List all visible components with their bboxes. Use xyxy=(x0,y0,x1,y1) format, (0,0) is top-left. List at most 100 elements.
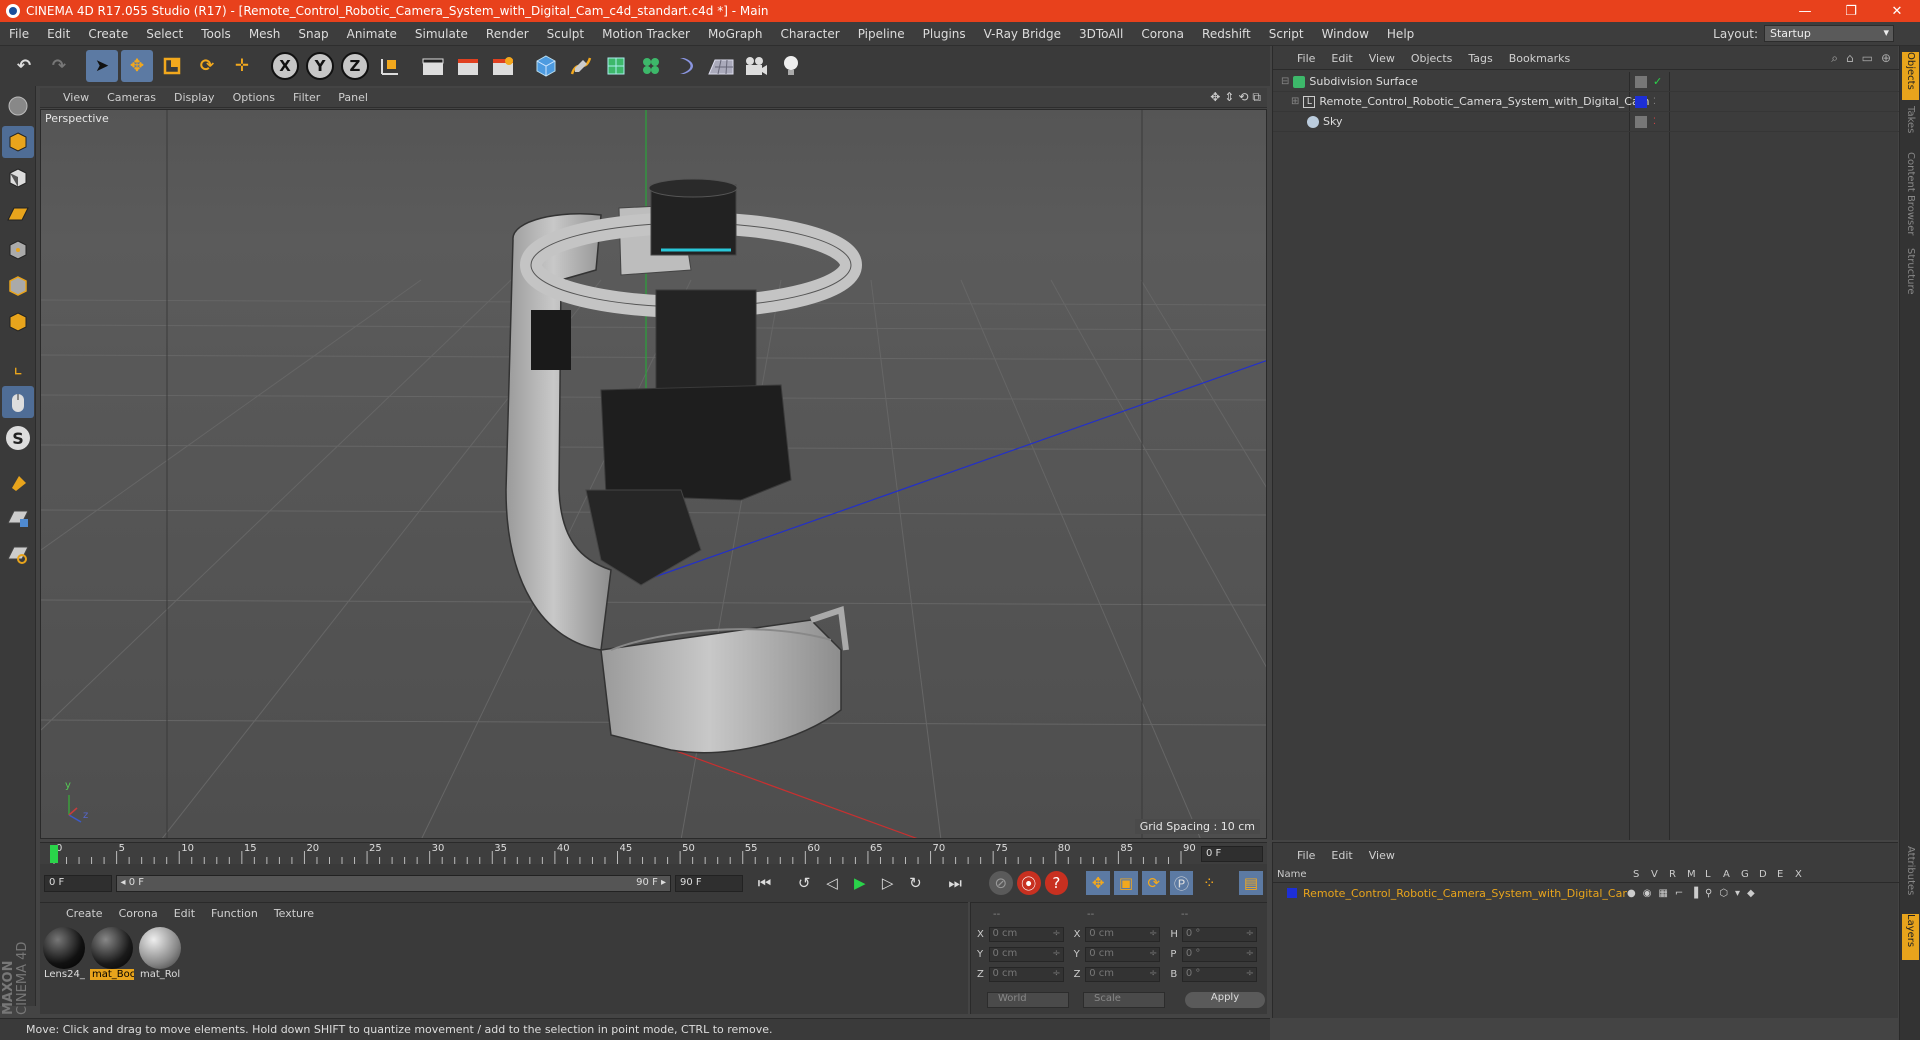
pan-view-icon[interactable]: ✥ xyxy=(1210,90,1220,105)
visibility-dots-icon[interactable]: ⁚ xyxy=(1653,97,1656,107)
expand-icon[interactable]: ⊞ xyxy=(1291,96,1299,107)
motion-tracking-button[interactable]: ⊘ xyxy=(988,871,1013,895)
material-swatch[interactable]: mat_Boc xyxy=(90,927,134,980)
menu-edit[interactable]: Edit xyxy=(38,27,79,41)
material-menu-edit[interactable]: Edit xyxy=(166,907,203,920)
polygons-mode-button[interactable] xyxy=(2,306,34,338)
coordinate-space-dropdown[interactable]: World xyxy=(987,992,1069,1008)
object-menu-view[interactable]: View xyxy=(1361,52,1403,65)
key-position-button[interactable]: ✥ xyxy=(1086,871,1111,895)
home-icon[interactable]: ⌂ xyxy=(1846,51,1854,66)
size-x-field[interactable]: 0 cm xyxy=(1085,926,1161,942)
next-key-button[interactable]: ↻ xyxy=(903,871,927,895)
enabled-check-icon[interactable]: ✓ xyxy=(1653,75,1662,88)
rotate-tool-button[interactable]: ⟳ xyxy=(191,50,223,82)
material-menu-corona[interactable]: Corona xyxy=(111,907,166,920)
menu-plugins[interactable]: Plugins xyxy=(914,27,975,41)
key-rotation-button[interactable]: ⟳ xyxy=(1141,871,1166,895)
frame-range-slider[interactable]: ◂ 0 F 90 F ▸ xyxy=(115,874,672,892)
redo-button[interactable]: ↷ xyxy=(43,50,75,82)
perspective-viewport[interactable]: y z Perspective Grid Spacing : 10 cm xyxy=(40,109,1267,839)
locked-workplane-button[interactable] xyxy=(2,502,34,534)
maximize-view-icon[interactable]: ⧉ xyxy=(1252,90,1261,105)
viewport-camera-label[interactable]: Perspective xyxy=(45,112,109,125)
undo-button[interactable]: ↶ xyxy=(8,50,40,82)
expand-panel-icon[interactable]: ⊕ xyxy=(1881,51,1891,66)
search-icon[interactable]: ⌕ xyxy=(1831,51,1838,66)
object-menu-bookmarks[interactable]: Bookmarks xyxy=(1501,52,1578,65)
layer-menu-edit[interactable]: Edit xyxy=(1323,849,1360,862)
position-x-field[interactable]: 0 cm xyxy=(988,926,1064,942)
key-scale-button[interactable]: ▣ xyxy=(1114,871,1138,895)
object-menu-tags[interactable]: Tags xyxy=(1460,52,1500,65)
coordinate-system-button[interactable] xyxy=(374,50,406,82)
object-menu-file[interactable]: File xyxy=(1289,52,1323,65)
go-to-end-button[interactable]: ⏭ xyxy=(943,871,967,895)
size-mode-dropdown[interactable]: Scale xyxy=(1083,992,1165,1008)
menu-vray-bridge[interactable]: V-Ray Bridge xyxy=(975,27,1070,41)
object-menu-objects[interactable]: Objects xyxy=(1403,52,1461,65)
menu-create[interactable]: Create xyxy=(79,27,137,41)
tab-layers[interactable]: Layers xyxy=(1902,914,1919,960)
current-frame-field[interactable]: 0 F xyxy=(1201,846,1263,862)
planar-workplane-button[interactable] xyxy=(2,538,34,570)
viewport-menu-options[interactable]: Options xyxy=(224,91,284,104)
subdivision-surface-button[interactable] xyxy=(600,50,632,82)
play-button[interactable]: ▶ xyxy=(848,871,872,895)
menu-render[interactable]: Render xyxy=(477,27,538,41)
editor-visibility-icon[interactable] xyxy=(1635,75,1647,88)
position-z-field[interactable]: 0 cm xyxy=(988,966,1064,982)
tab-objects[interactable]: Objects xyxy=(1902,52,1919,100)
collapse-icon[interactable]: ⊟ xyxy=(1281,76,1289,87)
make-editable-button[interactable] xyxy=(2,90,34,122)
live-select-button[interactable]: ✛ xyxy=(226,50,258,82)
object-row-subdivision[interactable]: ⊟ Subdivision Surface ✓ xyxy=(1273,72,1899,92)
viewport-menu-filter[interactable]: Filter xyxy=(284,91,329,104)
object-menu-edit[interactable]: Edit xyxy=(1323,52,1360,65)
material-menu-texture[interactable]: Texture xyxy=(266,907,322,920)
layer-row[interactable]: Remote_Control_Robotic_Camera_System_wit… xyxy=(1273,884,1899,902)
previous-key-button[interactable]: ↺ xyxy=(792,871,816,895)
floor-object-button[interactable] xyxy=(705,50,737,82)
layout-dropdown[interactable]: Startup xyxy=(1764,25,1894,42)
select-tool-button[interactable]: ➤ xyxy=(86,50,118,82)
record-keyframe-button[interactable]: ⦿ xyxy=(1016,871,1041,895)
cube-object-button[interactable] xyxy=(530,50,562,82)
menu-redshift[interactable]: Redshift xyxy=(1193,27,1260,41)
previous-frame-button[interactable]: ◁ xyxy=(820,871,844,895)
axis-z-button[interactable]: Z xyxy=(339,50,371,82)
size-y-field[interactable]: 0 cm xyxy=(1085,946,1161,962)
menu-mesh[interactable]: Mesh xyxy=(240,27,290,41)
axis-x-button[interactable]: X xyxy=(269,50,301,82)
viewport-menu-panel[interactable]: Panel xyxy=(329,91,377,104)
workplane-mode-button[interactable] xyxy=(2,198,34,230)
menu-script[interactable]: Script xyxy=(1260,27,1313,41)
rotation-h-field[interactable]: 0 ° xyxy=(1181,926,1258,942)
object-row-camera-system[interactable]: ⊞ L Remote_Control_Robotic_Camera_System… xyxy=(1273,92,1899,112)
menu-pipeline[interactable]: Pipeline xyxy=(849,27,914,41)
visibility-dots-icon[interactable]: ⁚ xyxy=(1653,117,1656,127)
start-frame-field[interactable]: 0 F xyxy=(44,874,112,892)
menu-mograph[interactable]: MoGraph xyxy=(699,27,772,41)
menu-window[interactable]: Window xyxy=(1313,27,1378,41)
minimize-button[interactable]: — xyxy=(1782,0,1828,22)
menu-simulate[interactable]: Simulate xyxy=(406,27,477,41)
deformer-button[interactable] xyxy=(670,50,702,82)
key-parameter-button[interactable]: Ⓟ xyxy=(1169,871,1194,895)
menu-animate[interactable]: Animate xyxy=(338,27,406,41)
material-swatch[interactable]: Lens24_ xyxy=(42,927,86,980)
render-settings-button[interactable] xyxy=(487,50,519,82)
tab-structure[interactable]: Structure xyxy=(1902,248,1919,306)
tweak-mode-button[interactable] xyxy=(2,386,34,418)
layer-menu-view[interactable]: View xyxy=(1361,849,1403,862)
menu-3dtoall[interactable]: 3DToAll xyxy=(1070,27,1132,41)
axis-y-button[interactable]: Y xyxy=(304,50,336,82)
layer-flags-icons[interactable]: ●◉▦⌐▐⚲⬡▾◆ xyxy=(1627,888,1762,899)
move-tool-button[interactable]: ✥ xyxy=(121,50,153,82)
menu-corona[interactable]: Corona xyxy=(1132,27,1193,41)
menu-select[interactable]: Select xyxy=(137,27,192,41)
menu-character[interactable]: Character xyxy=(771,27,848,41)
playhead[interactable] xyxy=(50,845,58,863)
rotation-p-field[interactable]: 0 ° xyxy=(1181,946,1258,962)
viewport-menu-display[interactable]: Display xyxy=(165,91,224,104)
